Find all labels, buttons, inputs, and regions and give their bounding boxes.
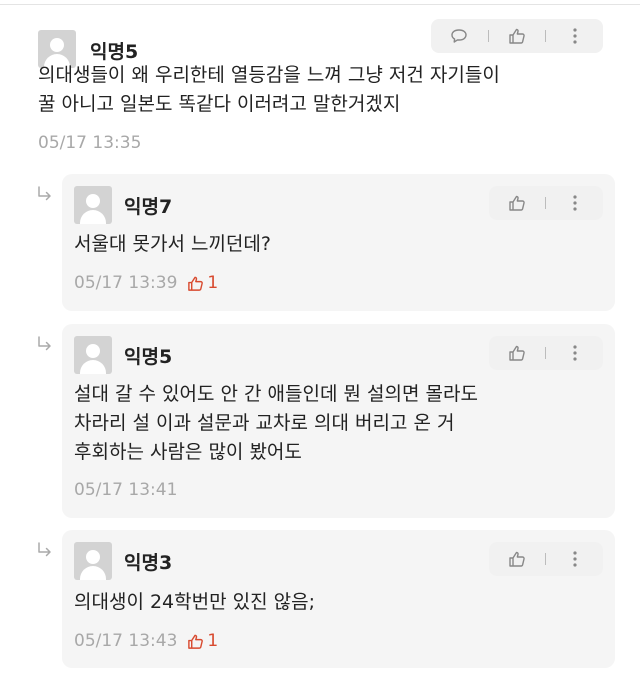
reply-body: 설대 갈 수 있어도 안 간 애들인데 뭔 설의면 몰라도 차라리 설 이과 설… (74, 380, 478, 467)
reply-comment-button[interactable] (447, 24, 471, 48)
reply-action-bar (489, 542, 603, 576)
thumbs-up-icon (509, 551, 525, 567)
reply-card: 익명7 서울대 못가서 느끼던데? 05/17 13:39 1 (62, 174, 615, 311)
vertical-dots-icon (573, 195, 577, 211)
reply-line: 후회하는 사람은 많이 봤어도 (74, 441, 302, 463)
thumbs-up-icon (188, 634, 204, 649)
thumbs-up-icon (188, 276, 204, 291)
action-divider (545, 553, 547, 565)
reply-line: 설대 갈 수 있어도 안 간 애들인데 뭔 설의면 몰라도 (74, 383, 478, 405)
vertical-dots-icon (573, 551, 577, 567)
comment-line: 의대생들이 왜 우리한테 열등감을 느껴 그냥 저건 자기들이 (38, 64, 500, 86)
reply-author: 익명3 (124, 552, 173, 574)
reply-card: 익명3 의대생이 24학번만 있진 않음; 05/17 13:43 1 (62, 530, 615, 668)
like-button[interactable] (505, 191, 529, 215)
comment-line: 꿀 아니고 일본도 똑같다 이러려고 말한거겠지 (38, 93, 401, 115)
vertical-dots-icon (573, 345, 577, 361)
vertical-dots-icon (573, 28, 577, 44)
comment-author: 익명5 (90, 41, 139, 63)
reply-card: 익명5 설대 갈 수 있어도 안 간 애들인데 뭔 설의면 몰라도 차라리 설 … (62, 324, 615, 518)
action-divider (545, 347, 547, 359)
more-options-button[interactable] (563, 341, 587, 365)
reply-meta: 05/17 13:41 (74, 480, 177, 500)
reply-timestamp: 05/17 13:41 (74, 480, 178, 500)
like-count-value: 1 (207, 631, 219, 651)
like-button[interactable] (505, 24, 529, 48)
more-options-button[interactable] (563, 547, 587, 571)
thumbs-up-icon (509, 345, 525, 361)
action-divider (545, 197, 547, 209)
like-count: 1 (187, 273, 218, 293)
reply-author: 익명5 (124, 346, 173, 368)
anonymous-avatar-icon (74, 542, 112, 580)
more-options-button[interactable] (563, 24, 587, 48)
reply-timestamp: 05/17 13:43 (74, 631, 178, 651)
action-divider (487, 30, 489, 42)
reply-body: 서울대 못가서 느끼던데? (74, 230, 271, 259)
comment-timestamp: 05/17 13:35 (38, 133, 142, 153)
reply-line: 의대생이 24학번만 있진 않음; (74, 591, 315, 613)
reply-line: 차라리 설 이과 설문과 교차로 의대 버리고 온 거 (74, 412, 455, 434)
reply-arrow-icon (38, 186, 51, 201)
reply-line: 서울대 못가서 느끼던데? (74, 233, 271, 255)
like-button[interactable] (505, 547, 529, 571)
reply-arrow-icon (38, 542, 51, 557)
reply-arrow-icon (38, 336, 51, 351)
reply-meta: 05/17 13:43 1 (74, 631, 218, 651)
anonymous-avatar-icon (74, 186, 112, 224)
top-divider (0, 4, 640, 5)
reply-action-bar (489, 336, 603, 370)
reply-meta: 05/17 13:39 1 (74, 273, 218, 293)
comment-main: 익명5 의대생들이 왜 우리한테 열등감을 느껴 그냥 저건 자기들이 꿀 아니… (0, 12, 640, 160)
comment-action-bar (431, 19, 603, 53)
speech-bubble-icon (451, 29, 467, 43)
reply-action-bar (489, 186, 603, 220)
more-options-button[interactable] (563, 191, 587, 215)
anonymous-avatar-icon (74, 336, 112, 374)
action-divider (545, 30, 547, 42)
like-count-value: 1 (207, 273, 219, 293)
reply-author: 익명7 (124, 196, 173, 218)
like-count: 1 (187, 631, 218, 651)
like-button[interactable] (505, 341, 529, 365)
comment-meta: 05/17 13:35 (38, 133, 141, 153)
thumbs-up-icon (509, 28, 525, 44)
reply-body: 의대생이 24학번만 있진 않음; (74, 588, 315, 617)
thumbs-up-icon (509, 195, 525, 211)
reply-timestamp: 05/17 13:39 (74, 273, 178, 293)
comment-body: 의대생들이 왜 우리한테 열등감을 느껴 그냥 저건 자기들이 꿀 아니고 일본… (38, 61, 500, 119)
